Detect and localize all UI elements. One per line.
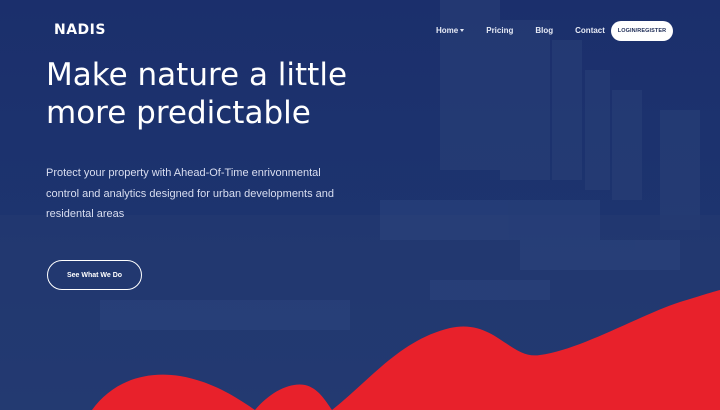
login-register-button[interactable]: LOGIN/REGISTER [611, 21, 673, 41]
chevron-down-icon [460, 29, 465, 32]
nav-item-label: Home [436, 26, 459, 35]
nav-item-blog[interactable]: Blog [535, 26, 553, 35]
nav-item-label: Blog [535, 26, 554, 35]
nav-item-pricing[interactable]: Pricing [486, 26, 513, 35]
nav-item-label: Contact [575, 26, 605, 35]
nav-item-home[interactable]: Home [436, 26, 465, 35]
hero-subtext: Protect your property with Ahead-Of-Time… [46, 167, 335, 220]
nav-item-label: Pricing [486, 26, 514, 35]
main-nav: Home Pricing Blog Contact [436, 26, 627, 35]
hero-headline: Make nature a little more predictable [46, 57, 348, 131]
nav-item-contact[interactable]: Contact [575, 26, 605, 35]
hero-section: NADIS Home Pricing Blog Contact LOGIN/RE… [0, 0, 720, 410]
see-what-we-do-button[interactable]: See What We Do [47, 260, 142, 290]
brand-logo[interactable]: NADIS [54, 22, 106, 38]
